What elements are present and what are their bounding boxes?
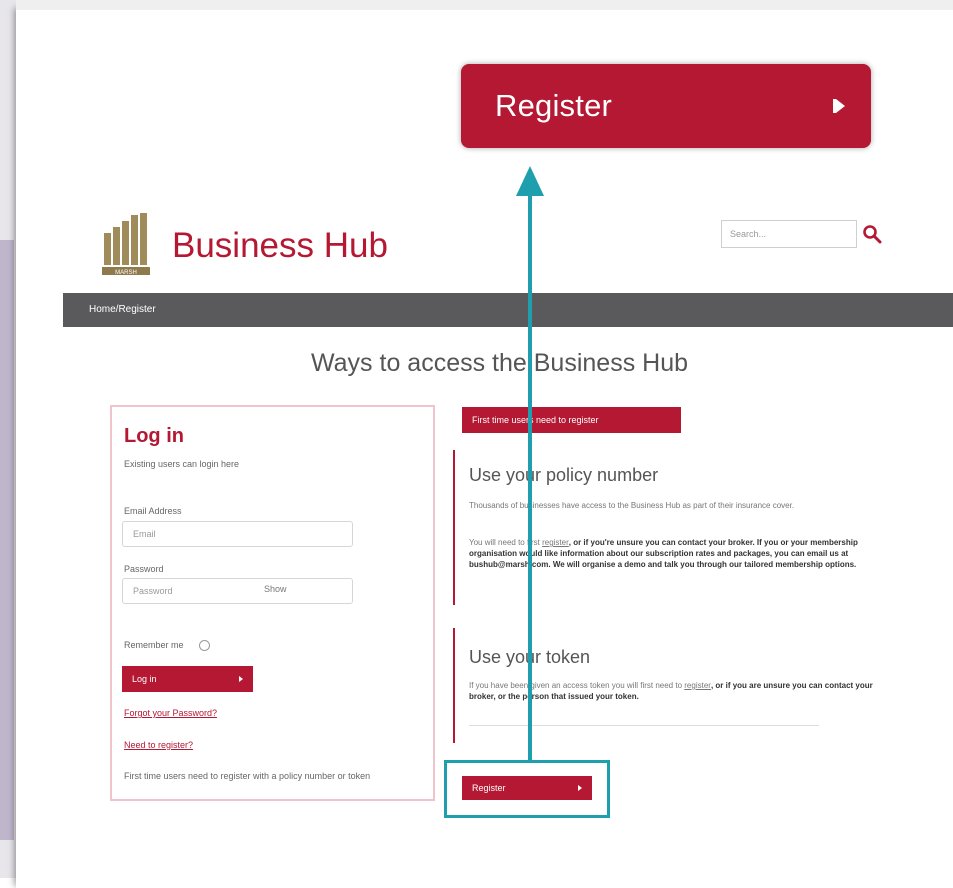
breadcrumb-bar [63, 293, 953, 327]
policy-title: Use your policy number [469, 465, 659, 485]
email-field[interactable]: Email [122, 521, 353, 547]
password-label: Password [124, 564, 164, 574]
site-title[interactable]: Business Hub [172, 226, 388, 266]
need-register-link[interactable]: Need to register? [124, 740, 193, 750]
breadcrumb[interactable]: Home/Register [89, 304, 156, 315]
search-input[interactable]: Search... [721, 220, 857, 248]
marsh-logo-icon[interactable]: MARSH [102, 213, 150, 276]
annotation-arrow-line [528, 190, 532, 760]
policy-accent-bar [453, 450, 455, 605]
login-subtitle: Existing users can login here [124, 459, 240, 469]
login-footer-text: First time users need to register with a… [124, 771, 371, 781]
remember-checkbox[interactable] [199, 640, 210, 651]
login-button-label: Log in [132, 674, 157, 684]
search-icon[interactable] [862, 224, 882, 244]
highlight-box [444, 760, 610, 818]
show-password-toggle[interactable]: Show [264, 584, 287, 594]
arrow-right-icon [239, 676, 243, 682]
policy-register-link[interactable]: register [542, 538, 569, 547]
email-label: Email Address [124, 506, 182, 516]
annotation-arrow-head-icon [516, 166, 544, 196]
register-button-zoomed-label: Register [495, 88, 613, 123]
login-title: Log in [124, 425, 184, 447]
page-heading: Ways to access the Business Hub [310, 349, 688, 377]
logo-text: MARSH [115, 270, 137, 276]
backdrop-accent [0, 240, 14, 840]
first-time-banner: First time users need to register [462, 407, 681, 433]
forgot-password-link[interactable]: Forgot your Password? [124, 708, 217, 718]
password-field[interactable]: Password [122, 578, 353, 604]
play-icon [836, 99, 845, 113]
frame-shadow [16, 0, 953, 10]
remember-label: Remember me [124, 640, 184, 650]
register-button-zoomed[interactable]: Register [461, 64, 871, 148]
divider [469, 725, 819, 726]
token-accent-bar [453, 628, 455, 743]
token-register-link[interactable]: register [684, 681, 711, 690]
login-button[interactable]: Log in [122, 666, 253, 692]
